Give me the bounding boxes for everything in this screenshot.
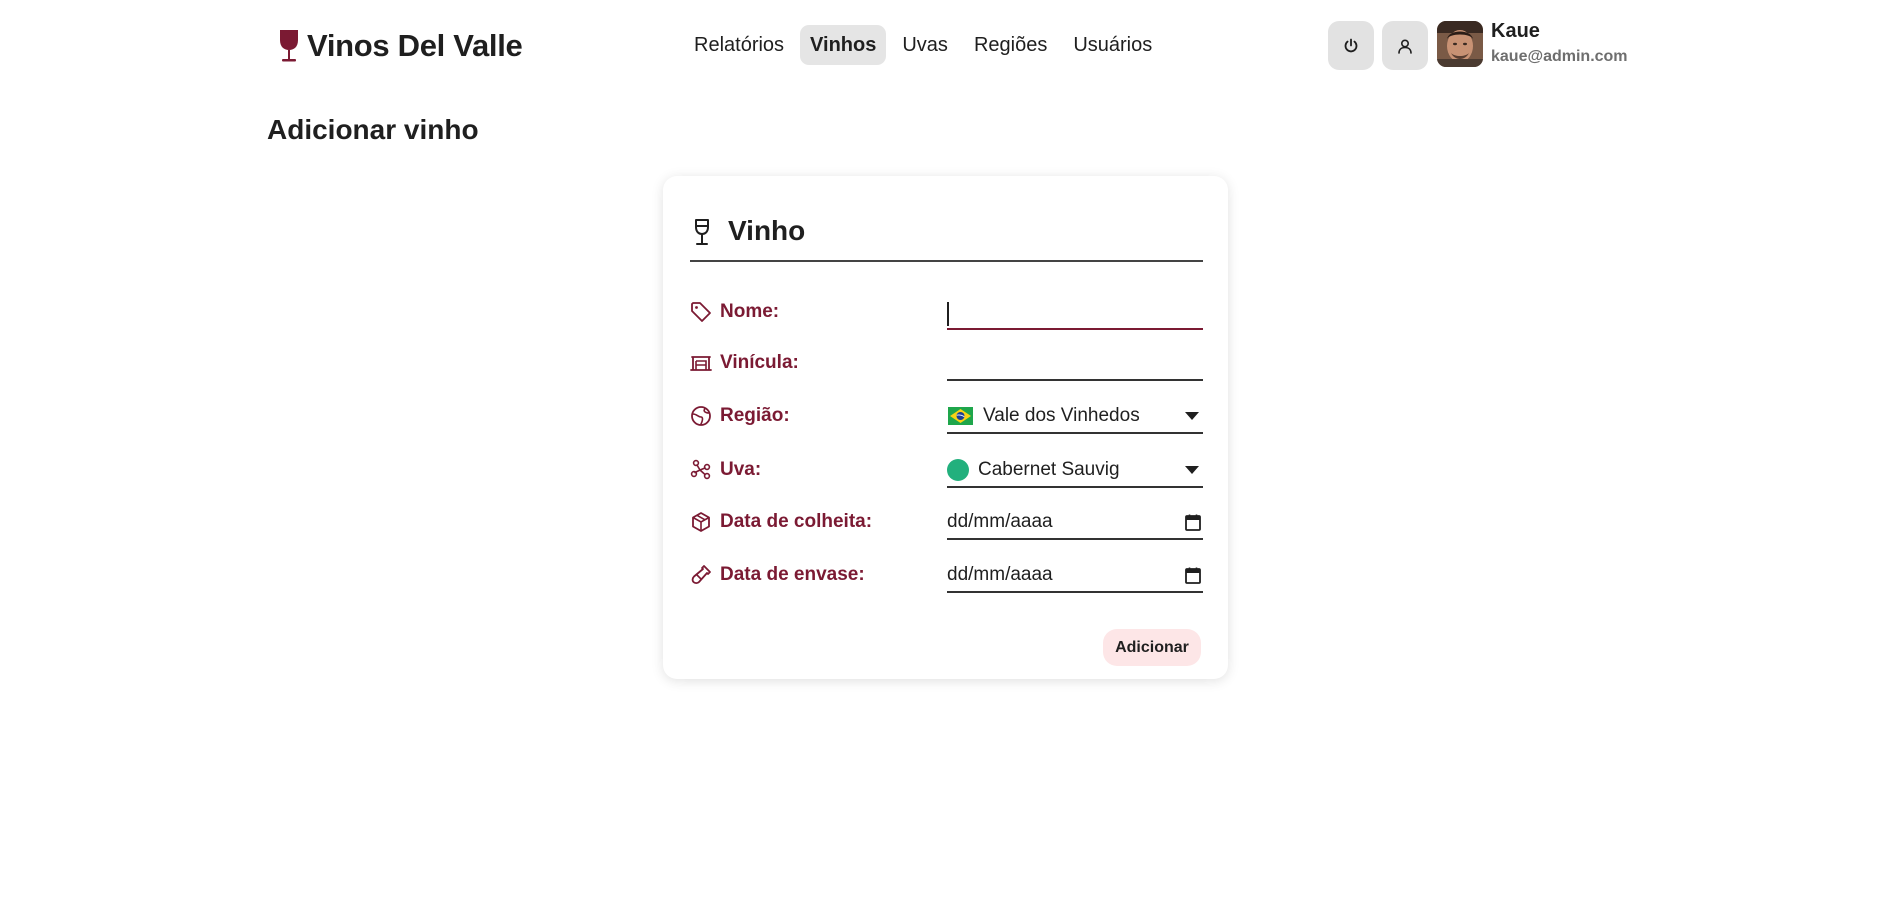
avatar[interactable]	[1437, 21, 1483, 67]
label-regiao: Região:	[720, 405, 790, 426]
wine-glass-icon	[280, 30, 298, 62]
user-icon	[1398, 38, 1412, 54]
data-envase-input[interactable]: dd/mm/aaaa	[947, 557, 1203, 593]
nav-item-usuarios[interactable]: Usuários	[1063, 25, 1162, 65]
label-data-envase: Data de envase:	[720, 564, 865, 585]
card-title: Vinho	[728, 215, 806, 246]
label-vinicula: Vinícula:	[720, 352, 799, 373]
profile-button[interactable]	[1382, 21, 1428, 70]
page-title: Adicionar vinho	[267, 114, 479, 145]
tag-icon	[691, 302, 711, 322]
chevron-down-icon	[1185, 466, 1199, 474]
field-row-nome: Nome:	[690, 294, 1203, 330]
field-row-uva: Uva: Cabernet Sauvig	[690, 452, 1203, 488]
label-data-colheita: Data de colheita:	[720, 511, 873, 532]
add-wine-button[interactable]: Adicionar	[1103, 629, 1201, 666]
user-email: kaue@admin.com	[1491, 48, 1628, 65]
logout-button[interactable]	[1328, 21, 1374, 70]
data-colheita-input[interactable]: dd/mm/aaaa	[947, 504, 1203, 540]
card-header: Vinho	[690, 214, 1203, 262]
field-row-regiao: Região: Vale dos Vinhedos	[690, 398, 1203, 434]
bottle-icon	[691, 565, 711, 585]
wine-form-card: Vinho Nome: Vinícula: Região: Vale dos V…	[663, 176, 1228, 679]
calendar-icon[interactable]	[1185, 567, 1201, 584]
nav-item-uvas[interactable]: Uvas	[892, 25, 958, 65]
nav-item-vinhos[interactable]: Vinhos	[800, 25, 887, 65]
vinicula-input[interactable]	[947, 345, 1203, 381]
data-envase-value: dd/mm/aaaa	[947, 564, 1053, 585]
regiao-selected-value: Vale dos Vinhedos	[983, 405, 1140, 426]
top-header: Vinos Del Valle Relatórios Vinhos Uvas R…	[0, 0, 1878, 92]
field-row-vinicula: Vinícula:	[690, 345, 1203, 381]
harvest-icon	[692, 512, 710, 532]
regiao-select[interactable]: Vale dos Vinhedos	[947, 398, 1203, 434]
label-nome: Nome:	[720, 301, 780, 322]
brazil-flag-icon	[948, 407, 973, 425]
field-row-data-envase: Data de envase: dd/mm/aaaa	[690, 557, 1203, 593]
nav-item-relatorios[interactable]: Relatórios	[684, 25, 794, 65]
wine-glass-outline-icon	[695, 219, 709, 245]
grape-color-dot	[947, 459, 969, 481]
label-uva: Uva:	[720, 459, 762, 480]
grape-cluster-icon	[690, 459, 711, 480]
nav-item-regioes[interactable]: Regiões	[964, 25, 1057, 65]
text-caret	[947, 302, 949, 326]
power-icon	[1344, 38, 1358, 52]
uva-selected-value: Cabernet Sauvig	[978, 459, 1120, 480]
brand-logo[interactable]: Vinos Del Valle	[277, 28, 523, 64]
brand-name: Vinos Del Valle	[307, 28, 523, 63]
uva-select[interactable]: Cabernet Sauvig	[947, 452, 1203, 488]
calendar-icon[interactable]	[1185, 514, 1201, 531]
nome-input[interactable]	[947, 294, 1203, 330]
user-name: Kaue	[1491, 20, 1540, 42]
main-nav: Relatórios Vinhos Uvas Regiões Usuários	[684, 25, 1162, 65]
winery-icon	[690, 356, 712, 371]
field-row-data-colheita: Data de colheita: dd/mm/aaaa	[690, 504, 1203, 540]
avatar-image	[1437, 21, 1483, 67]
data-colheita-value: dd/mm/aaaa	[947, 511, 1053, 532]
globe-icon	[691, 406, 711, 426]
chevron-down-icon	[1185, 412, 1199, 420]
